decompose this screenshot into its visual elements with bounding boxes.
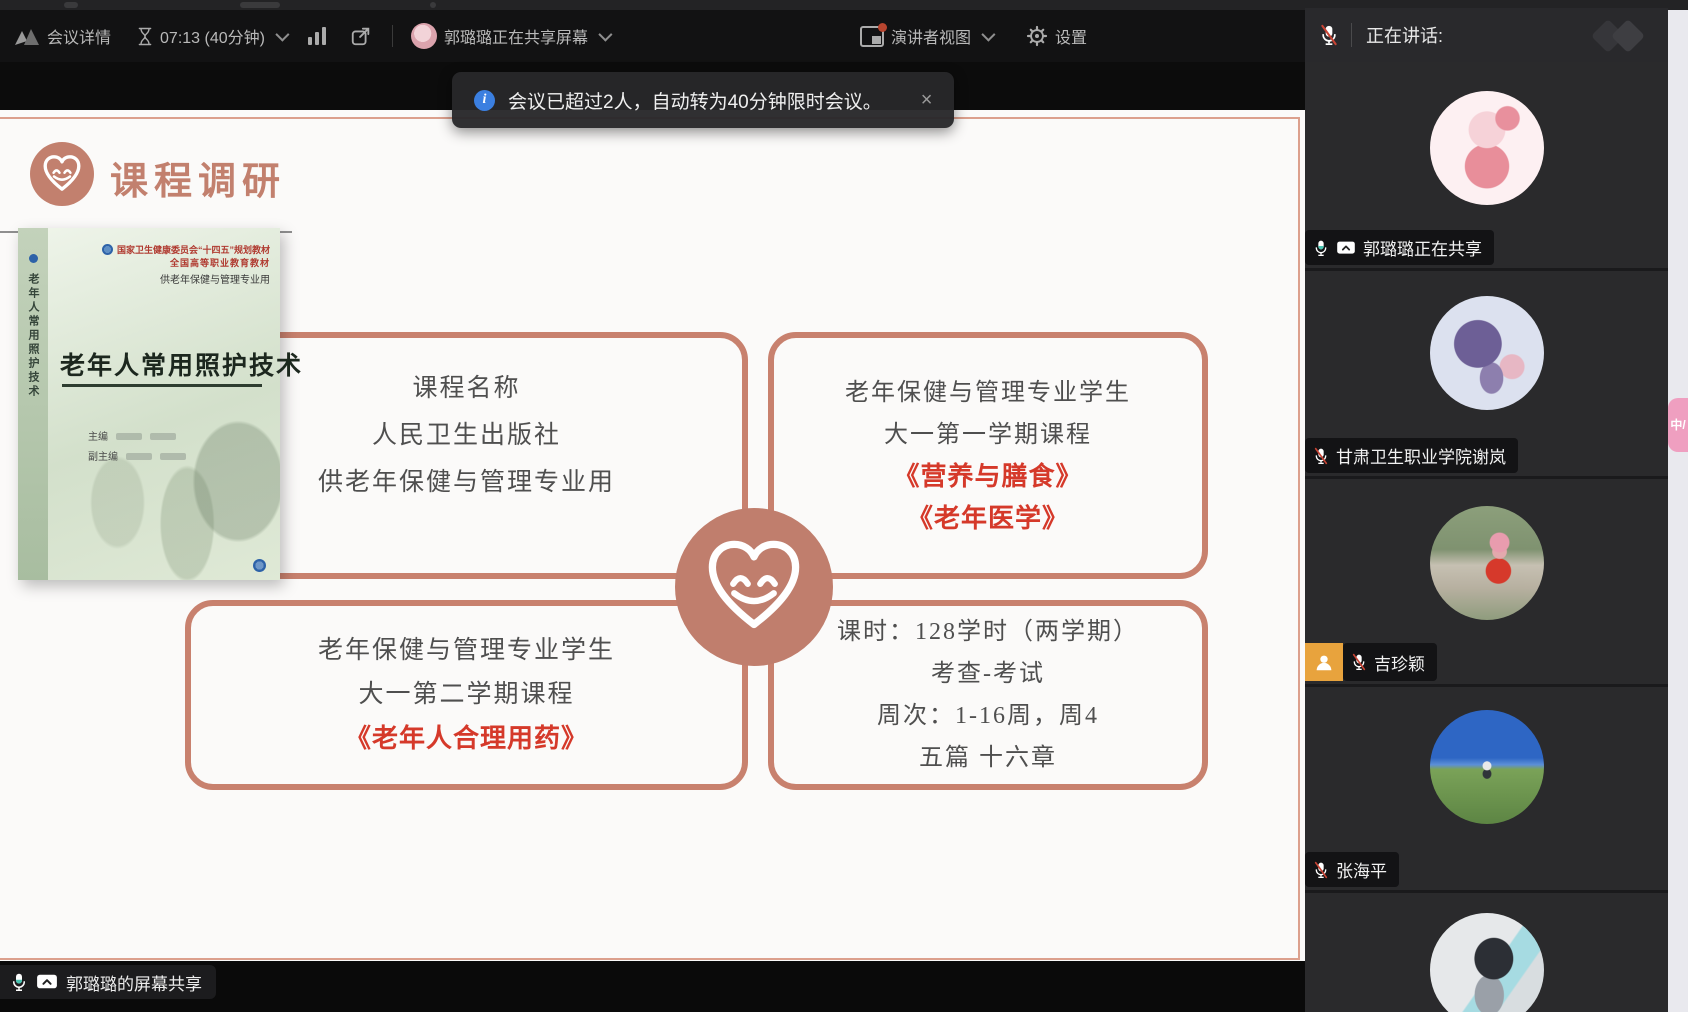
- meeting-toolbar: 会议详情 07:13 (40分钟) 郭璐璐正在共享屏幕 演讲者视图 设置: [0, 10, 1305, 62]
- view-mode-button[interactable]: 演讲者视图: [859, 22, 996, 48]
- gear-icon: [1026, 25, 1048, 47]
- toast-message: 会议已超过2人，自动转为40分钟限时会议。: [508, 91, 882, 113]
- meeting-logo-icon: [15, 29, 39, 45]
- meeting-watermark-icon: [1590, 19, 1654, 54]
- person-badge-icon: [1305, 643, 1343, 681]
- chrome-glyph: [240, 2, 280, 8]
- book-spine-title: 老年人常用照护技术: [27, 273, 39, 399]
- book-front-cover: 国家卫生健康委员会“十四五”规划教材 全国高等职业教育教材 供老年保健与管理专业…: [48, 228, 304, 580]
- book-editors: 主编 副主编: [88, 428, 186, 468]
- sharer-status-button[interactable]: 郭璐璐正在共享屏幕: [410, 23, 613, 49]
- participant-name: 郭璐璐正在共享: [1363, 240, 1482, 259]
- avatar: [1430, 506, 1544, 620]
- chevron-down-icon: [275, 27, 290, 42]
- participants-sidebar: 正在讲话: 郭璐璐正在共享 甘肃卫生职业学院谢岚 吉珍颖 张海平: [1305, 8, 1668, 1012]
- chrome-glyph: [64, 2, 78, 8]
- quadrant-box-semester2: 老年保健与管理专业学生 大一第二学期课程 《老年人合理用药》: [185, 600, 748, 790]
- avatar: [1430, 710, 1544, 824]
- layout-view-icon: [859, 22, 887, 47]
- meeting-timer-button[interactable]: 07:13 (40分钟): [137, 24, 290, 48]
- book-title: 老年人常用照护技术: [60, 353, 304, 380]
- notification-dot: [877, 22, 887, 32]
- participant-tile[interactable]: 甘肃卫生职业学院谢岚: [1305, 271, 1668, 476]
- avatar: [1430, 913, 1544, 1012]
- book-title-rule: [62, 384, 262, 387]
- participant-tile[interactable]: 张海平: [1305, 687, 1668, 890]
- participant-tile[interactable]: [1305, 893, 1668, 1012]
- publisher-logo-icon: [253, 559, 266, 572]
- toolbar-divider: [391, 25, 393, 47]
- participant-label: 甘肃卫生职业学院谢岚: [1305, 438, 1518, 473]
- book-cover: 老年人常用照护技术 国家卫生健康委员会“十四五”规划教材 全国高等职业教育教材 …: [18, 228, 304, 580]
- participant-name: 张海平: [1336, 862, 1387, 881]
- bottom-band: 郭璐璐的屏幕共享: [0, 961, 1305, 1012]
- screen-share-status: 郭璐璐的屏幕共享: [0, 965, 216, 999]
- popout-icon: [351, 27, 370, 46]
- speaking-label: 正在讲话:: [1366, 26, 1444, 46]
- shared-slide: 课程调研 老年人常用照护技术 国家卫生健康委员会“十四五”规划教材 全国高等职业…: [0, 110, 1305, 963]
- center-heart-icon: [675, 508, 833, 666]
- ministry-logo-icon: [101, 244, 113, 255]
- publisher-logo-icon: [28, 254, 38, 263]
- mic-muted-icon: [1352, 653, 1366, 671]
- avatar: [1430, 91, 1544, 205]
- slide-title: 课程调研: [110, 161, 287, 203]
- participant-tile[interactable]: 郭璐璐正在共享: [1305, 62, 1668, 268]
- participant-label: 吉珍颖: [1343, 643, 1437, 681]
- presenter-avatar: [410, 23, 437, 49]
- quadrant-box-semester1: 老年保健与管理专业学生 大一第一学期课程 《营养与膳食》 《老年医学》: [768, 332, 1208, 579]
- screen-share-icon: [1337, 241, 1355, 254]
- info-icon: i: [474, 89, 495, 111]
- mic-on-icon: [13, 973, 25, 991]
- mic-on-icon: [1315, 240, 1327, 256]
- network-signal-button[interactable]: [307, 27, 326, 45]
- participant-label: 张海平: [1305, 852, 1399, 887]
- participant-name: 吉珍颖: [1374, 654, 1425, 674]
- header-divider: [1351, 23, 1352, 47]
- participant-tile[interactable]: 吉珍颖: [1305, 479, 1668, 684]
- meeting-details-button[interactable]: 会议详情: [14, 24, 111, 48]
- background-window-strip: 中/: [1668, 10, 1688, 1012]
- mic-muted-icon: [1314, 447, 1328, 464]
- book-series-badge: 国家卫生健康委员会“十四五”规划教材 全国高等职业教育教材 供老年保健与管理专业…: [101, 244, 270, 287]
- ime-toggle-badge[interactable]: 中/: [1668, 398, 1688, 452]
- mic-muted-icon: [1321, 24, 1337, 46]
- meeting-details-label: 会议详情: [47, 30, 112, 47]
- speaking-header: 正在讲话:: [1305, 8, 1668, 62]
- app-window: 会议详情 07:13 (40分钟) 郭璐璐正在共享屏幕 演讲者视图 设置 课程调…: [0, 0, 1688, 1012]
- hourglass-icon: [138, 27, 152, 45]
- heart-logo-icon: [30, 142, 94, 206]
- popout-window-button[interactable]: [350, 25, 372, 47]
- quadrant-box-schedule: 课时：128学时（两学期） 考查-考试 周次：1-16周，周4 五篇 十六章: [768, 600, 1208, 790]
- timer-label: 07:13 (40分钟): [160, 30, 265, 47]
- close-icon[interactable]: ×: [921, 89, 933, 112]
- meeting-limit-toast: i 会议已超过2人，自动转为40分钟限时会议。 ×: [452, 72, 955, 128]
- chrome-glyph: [430, 2, 436, 8]
- avatar: [1430, 296, 1544, 410]
- settings-label: 设置: [1054, 30, 1087, 47]
- participant-name: 甘肃卫生职业学院谢岚: [1336, 448, 1506, 467]
- settings-button[interactable]: 设置: [1026, 24, 1087, 48]
- book-spine: 老年人常用照护技术: [18, 228, 48, 580]
- screen-share-status-label: 郭璐璐的屏幕共享: [66, 974, 202, 994]
- signal-bars-icon: [307, 27, 326, 45]
- sharer-status-label: 郭璐璐正在共享屏幕: [443, 30, 588, 47]
- view-mode-label: 演讲者视图: [890, 30, 971, 47]
- screen-share-icon: [37, 974, 57, 989]
- participant-label: 郭璐璐正在共享: [1305, 230, 1494, 265]
- chevron-down-icon: [981, 27, 996, 42]
- mic-muted-icon: [1314, 861, 1328, 878]
- chevron-down-icon: [598, 27, 613, 42]
